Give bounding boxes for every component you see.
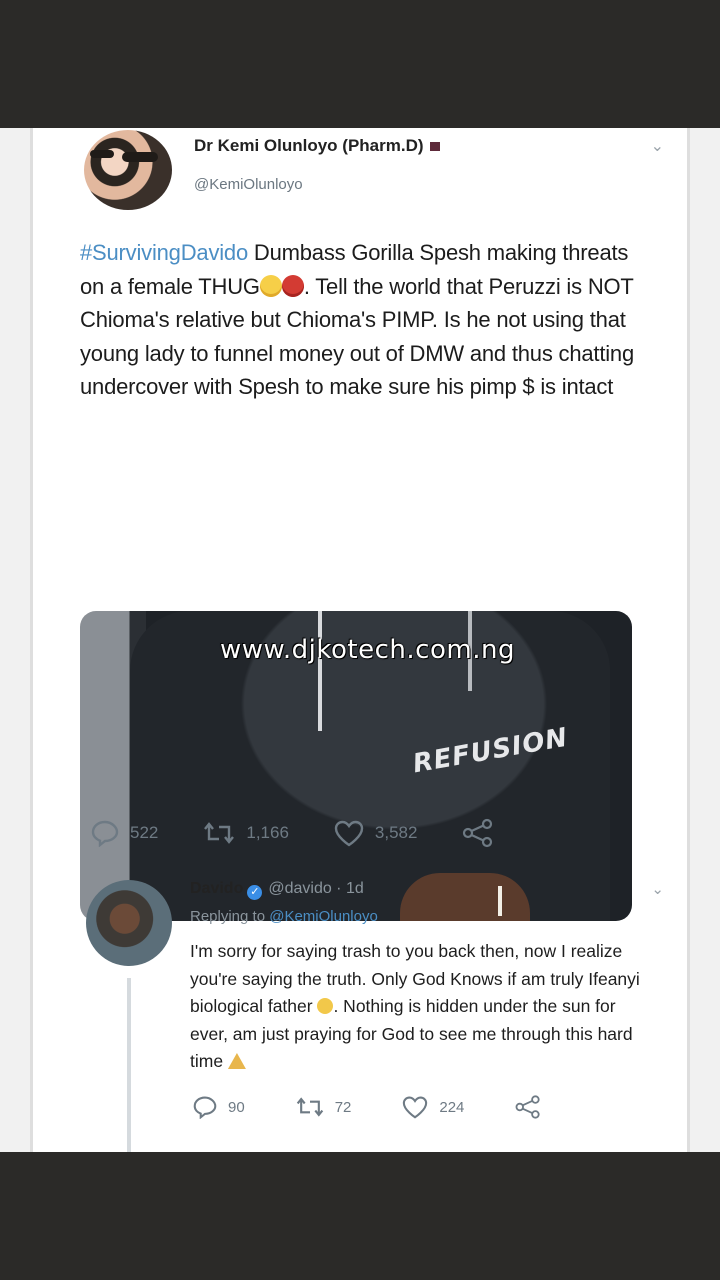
like-icon — [334, 820, 364, 847]
author-avatar[interactable] — [86, 880, 172, 966]
author-name[interactable]: Davido — [190, 880, 243, 897]
tweet-media-image[interactable]: REFUSION www.djkotech.com.ng — [80, 611, 632, 921]
like-button[interactable]: 224 — [401, 1095, 464, 1119]
verified-icon: ✓ — [247, 885, 263, 900]
like-button[interactable]: 3,582 — [333, 819, 418, 847]
like-count: 3,582 — [374, 823, 418, 842]
reply-count: 90 — [228, 1098, 245, 1116]
reply-button[interactable]: 90 — [192, 1095, 245, 1119]
like-count: 224 — [439, 1098, 465, 1116]
chevron-down-icon[interactable]: ⌄ — [651, 880, 664, 898]
retweet-icon — [204, 822, 235, 844]
watermark-text: www.djkotech.com.ng — [220, 635, 515, 665]
reply-count: 522 — [130, 823, 159, 842]
tweet-actions: 90 72 224 — [192, 1094, 602, 1120]
author-name-row[interactable]: Dr Kemi Olunloyo (Pharm.D) — [194, 136, 440, 156]
retweet-icon — [296, 1097, 323, 1117]
hashtag-link[interactable]: #SurvivingDavido — [80, 240, 248, 265]
author-name[interactable]: Dr Kemi Olunloyo (Pharm.D) — [194, 136, 424, 155]
tweet-text: I'm sorry for saying trash to you back t… — [190, 938, 650, 1076]
flag-icon — [429, 142, 440, 152]
share-icon — [515, 1095, 541, 1119]
tweet-text: #SurvivingDavido Dumbass Gorilla Spesh m… — [80, 236, 635, 404]
replying-to: Replying to @KemiOlunloyo — [190, 908, 378, 925]
sad-emoji-icon — [317, 998, 334, 1014]
cigarette — [498, 886, 502, 916]
hoodie-string — [318, 611, 322, 731]
retweet-button[interactable]: 72 — [295, 1096, 352, 1118]
like-icon — [403, 1096, 428, 1119]
author-handle[interactable]: @davido — [268, 880, 331, 897]
share-icon — [463, 818, 493, 848]
retweet-count: 1,166 — [246, 823, 289, 842]
retweet-count: 72 — [334, 1098, 352, 1116]
mention-link[interactable]: @KemiOlunloyo — [269, 908, 378, 925]
share-button[interactable] — [514, 1094, 552, 1120]
thinking-emoji-icon — [259, 274, 282, 297]
author-avatar[interactable] — [84, 130, 172, 210]
tweet-card: Dr Kemi Olunloyo (Pharm.D) @KemiOlunloyo… — [0, 128, 720, 1152]
retweet-button[interactable]: 1,166 — [202, 821, 289, 845]
chevron-down-icon[interactable]: ⌄ — [651, 136, 664, 156]
angry-emoji-icon — [281, 274, 304, 297]
reply-icon — [91, 820, 119, 847]
share-button[interactable] — [461, 818, 505, 848]
avatar-detail — [90, 150, 114, 158]
replying-prefix: Replying to — [190, 908, 270, 925]
thread-line — [127, 978, 131, 1152]
tweet-time: 1d — [345, 880, 364, 897]
avatar-detail — [122, 152, 158, 162]
tweet-actions: 522 1,166 3,582 — [90, 818, 549, 848]
reply-button[interactable]: 522 — [90, 819, 158, 847]
author-handle[interactable]: @KemiOlunloyo — [194, 176, 303, 193]
praying-hands-icon — [227, 1053, 246, 1069]
author-name-row[interactable]: Davido ✓ @davido · 1d — [190, 880, 364, 900]
hand — [400, 873, 530, 921]
reply-icon — [193, 1096, 217, 1119]
